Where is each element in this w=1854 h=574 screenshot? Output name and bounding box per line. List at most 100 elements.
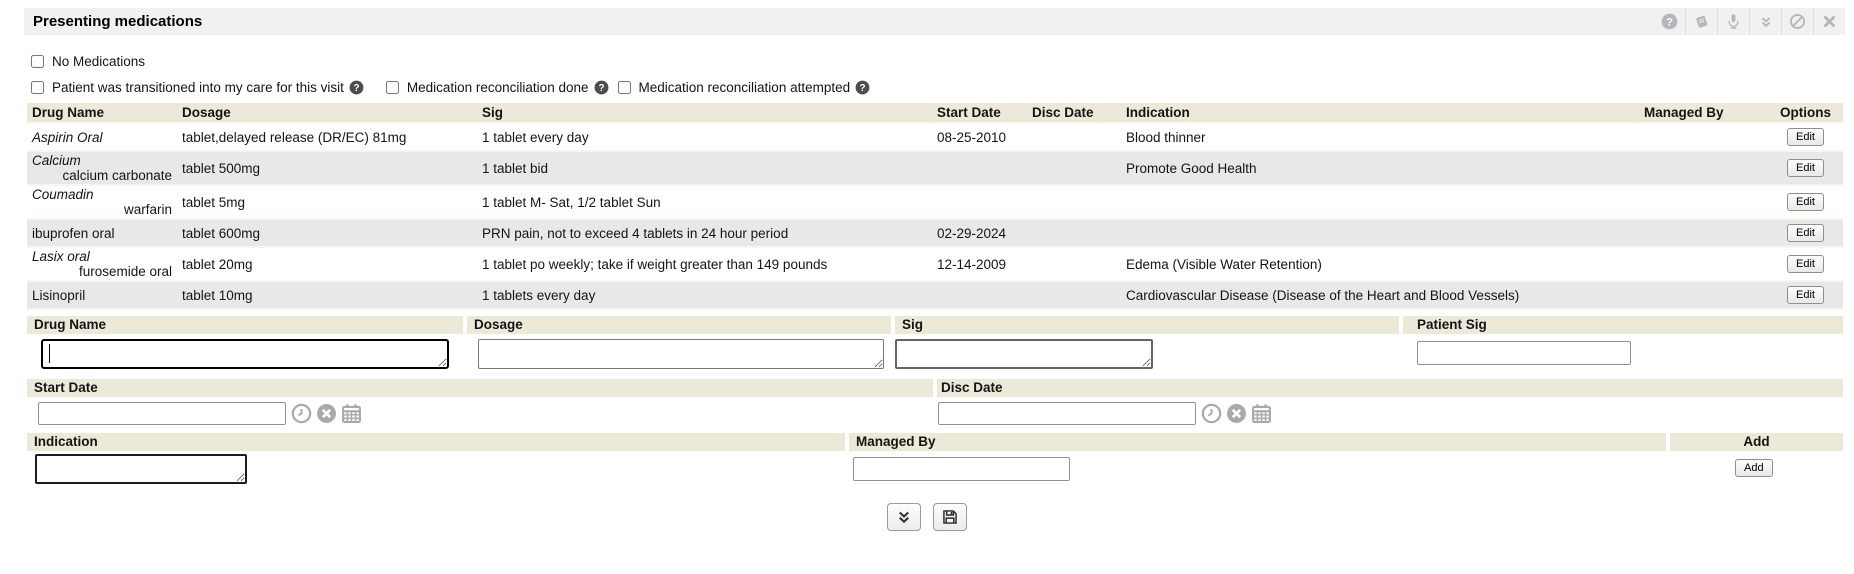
calendar-icon[interactable] — [341, 403, 362, 424]
start-date-cell — [932, 281, 1027, 309]
add-button[interactable]: Add — [1735, 459, 1773, 477]
options-cell: Edit — [1768, 219, 1843, 247]
indication-cell — [1121, 219, 1639, 247]
drug-brand-name: Lasix oral — [32, 249, 172, 264]
help-icon[interactable]: ? — [855, 80, 870, 95]
section-title-bar: Presenting medications ? — [24, 8, 1845, 35]
options-cell: Edit — [1768, 123, 1843, 151]
help-icon[interactable]: ? — [594, 80, 609, 95]
recon-attempted-group: Medication reconciliation attempted ? — [618, 80, 871, 95]
drug-brand-name: ibuprofen oral — [32, 226, 172, 241]
drug-name-cell: ibuprofen oral — [27, 219, 177, 247]
recon-attempted-checkbox[interactable] — [618, 81, 631, 94]
column-header-disc-date: Disc Date — [1027, 103, 1121, 123]
microphone-icon[interactable] — [1717, 8, 1749, 35]
table-header-row: Drug NameDosageSigStart DateDisc DateInd… — [27, 103, 1843, 123]
save-button[interactable] — [933, 503, 967, 531]
edit-button[interactable]: Edit — [1787, 286, 1824, 304]
dosage-cell: tablet 10mg — [177, 281, 477, 309]
disc-date-input[interactable] — [938, 402, 1196, 425]
patient-sig-input[interactable] — [1417, 341, 1631, 365]
form-input-row-1 — [27, 334, 1843, 379]
indication-input[interactable] — [35, 454, 247, 484]
edit-button[interactable]: Edit — [1787, 159, 1824, 177]
disc-date-header: Disc Date — [937, 379, 1843, 397]
dosage-header: Dosage — [467, 316, 891, 334]
start-date-input[interactable] — [38, 402, 286, 425]
double-chevron-down-icon — [895, 508, 913, 526]
dosage-cell: tablet 500mg — [177, 151, 477, 185]
column-header-managed-by: Managed By — [1639, 103, 1768, 123]
collapse-icon[interactable] — [1749, 8, 1781, 35]
form-input-row-3: Add — [27, 451, 1843, 491]
options-cell: Edit — [1768, 151, 1843, 185]
clear-date-icon[interactable] — [1226, 403, 1247, 424]
transitioned-label: Patient was transitioned into my care fo… — [52, 80, 344, 95]
table-row: Lasix oral furosemide oral tablet 20mg 1… — [27, 247, 1843, 281]
expand-more-button[interactable] — [887, 503, 921, 531]
time-icon[interactable] — [291, 403, 312, 424]
column-header-dosage: Dosage — [177, 103, 477, 123]
drug-brand-name: Calcium — [32, 153, 172, 168]
drug-name-input[interactable] — [41, 339, 449, 369]
patient-sig-header: Patient Sig — [1403, 316, 1843, 334]
svg-text:?: ? — [598, 82, 604, 93]
column-header-indication: Indication — [1121, 103, 1639, 123]
dosage-cell: tablet,delayed release (DR/EC) 81mg — [177, 123, 477, 151]
no-medications-checkbox[interactable] — [31, 55, 44, 68]
drug-generic-name: warfarin — [32, 202, 172, 217]
journal-icon[interactable] — [1685, 8, 1717, 35]
close-icon[interactable] — [1813, 8, 1845, 35]
indication-cell: Cardiovascular Disease (Disease of the H… — [1121, 281, 1639, 309]
sig-input[interactable] — [895, 339, 1153, 369]
drug-name-cell: Aspirin Oral — [27, 123, 177, 151]
managed-by-header: Managed By — [849, 433, 1666, 451]
start-date-cell: 08-25-2010 — [932, 123, 1027, 151]
edit-button[interactable]: Edit — [1787, 128, 1824, 146]
indication-header: Indication — [27, 433, 845, 451]
indication-cell — [1121, 185, 1639, 219]
managed-by-cell — [1639, 185, 1768, 219]
options-cell: Edit — [1768, 247, 1843, 281]
table-row: Calcium calcium carbonate tablet 500mg 1… — [27, 151, 1843, 185]
reconciliation-row: Patient was transitioned into my care fo… — [31, 77, 1854, 97]
managed-by-input[interactable] — [853, 457, 1070, 481]
disc-date-controls — [1201, 403, 1272, 424]
no-medications-label: No Medications — [52, 54, 145, 69]
sig-cell: PRN pain, not to exceed 4 tablets in 24 … — [477, 219, 932, 247]
disc-date-cell — [1027, 123, 1121, 151]
medications-table: Drug NameDosageSigStart DateDisc DateInd… — [27, 103, 1843, 310]
add-medication-form: Drug Name Dosage Sig Patient Sig Start D… — [27, 316, 1843, 491]
drug-generic-name: calcium carbonate — [32, 168, 172, 183]
options-cell: Edit — [1768, 185, 1843, 219]
dosage-cell: tablet 20mg — [177, 247, 477, 281]
sig-cell: 1 tablet bid — [477, 151, 932, 185]
help-icon[interactable]: ? — [349, 80, 364, 95]
page-title: Presenting medications — [24, 13, 202, 30]
calendar-icon[interactable] — [1251, 403, 1272, 424]
form-header-row-1: Drug Name Dosage Sig Patient Sig — [27, 316, 1843, 334]
transitioned-checkbox[interactable] — [31, 81, 44, 94]
drug-name-cell: Lasix oral furosemide oral — [27, 247, 177, 281]
svg-text:?: ? — [860, 82, 866, 93]
edit-button[interactable]: Edit — [1787, 193, 1824, 211]
recon-attempted-label: Medication reconciliation attempted — [639, 80, 851, 95]
start-date-controls — [291, 403, 362, 424]
help-icon[interactable]: ? — [1653, 8, 1685, 35]
managed-by-cell — [1639, 123, 1768, 151]
no-medications-row: No Medications — [31, 52, 1854, 70]
edit-button[interactable]: Edit — [1787, 255, 1824, 273]
edit-button[interactable]: Edit — [1787, 224, 1824, 242]
managed-by-cell — [1639, 219, 1768, 247]
table-row: ibuprofen oral tablet 600mg PRN pain, no… — [27, 219, 1843, 247]
clear-date-icon[interactable] — [316, 403, 337, 424]
drug-name-cell: Coumadin warfarin — [27, 185, 177, 219]
recon-done-checkbox[interactable] — [386, 81, 399, 94]
time-icon[interactable] — [1201, 403, 1222, 424]
managed-by-cell — [1639, 281, 1768, 309]
dosage-input[interactable] — [478, 339, 884, 369]
start-date-cell: 02-29-2024 — [932, 219, 1027, 247]
transitioned-group: Patient was transitioned into my care fo… — [31, 80, 364, 95]
disable-icon[interactable] — [1781, 8, 1813, 35]
dosage-cell: tablet 600mg — [177, 219, 477, 247]
